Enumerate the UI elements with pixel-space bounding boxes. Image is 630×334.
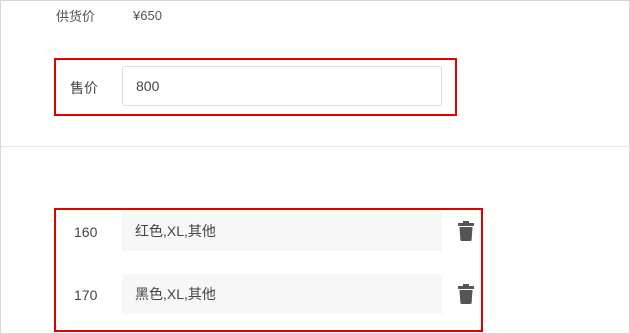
- spec-row: 170 黑色,XL,其他: [56, 274, 480, 316]
- spec-field[interactable]: 红色,XL,其他: [122, 211, 442, 251]
- spec-text: 黑色,XL,其他: [135, 286, 216, 302]
- spec-number: 170: [74, 287, 98, 303]
- spec-text: 红色,XL,其他: [135, 223, 216, 239]
- supply-price-value: ¥650: [133, 7, 162, 23]
- sale-price-label: 售价: [70, 80, 98, 96]
- spec-field[interactable]: 黑色,XL,其他: [122, 274, 442, 314]
- sale-price-input[interactable]: [122, 66, 442, 106]
- supply-price-row: 供货价 ¥650: [56, 6, 162, 24]
- spec-number: 160: [74, 224, 98, 240]
- section-divider: [1, 146, 629, 147]
- spec-row: 160 红色,XL,其他: [56, 211, 480, 253]
- supply-price-label: 供货价: [56, 8, 96, 24]
- trash-icon[interactable]: [457, 284, 475, 304]
- trash-icon[interactable]: [457, 221, 475, 241]
